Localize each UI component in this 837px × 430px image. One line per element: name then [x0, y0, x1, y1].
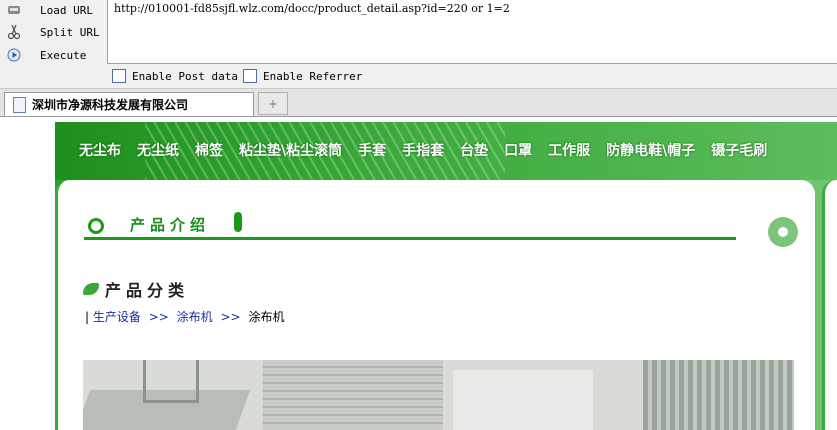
side-knob-icon: [768, 217, 798, 247]
breadcrumb-bar: |: [85, 310, 90, 324]
breadcrumb-separator: >>: [148, 310, 169, 324]
breadcrumb-separator: >>: [220, 310, 241, 324]
tab-title: 深圳市净源科技发展有限公司: [32, 98, 189, 112]
nav-item[interactable]: 防静电鞋\帽子: [606, 140, 695, 160]
split-url-button[interactable]: Split URL: [6, 22, 104, 42]
enable-referrer-box[interactable]: [243, 69, 257, 83]
nav-item[interactable]: 手指套: [402, 140, 444, 160]
category-title: 产品分类: [105, 281, 190, 300]
tab-active[interactable]: 深圳市净源科技发展有限公司: [4, 92, 254, 116]
section-title: 产品介绍: [130, 216, 211, 234]
load-url-icon: [6, 2, 22, 18]
breadcrumb-link-coater[interactable]: 涂布机: [177, 310, 213, 324]
breadcrumb: | 生产设备 >> 涂布机 >> 涂布机: [85, 308, 284, 325]
split-url-label: Split URL: [40, 25, 100, 39]
plus-icon: +: [267, 96, 279, 111]
product-photo: [83, 360, 794, 430]
breadcrumb-current: 涂布机: [248, 310, 285, 324]
pill-decoration: [234, 212, 242, 232]
enable-referrer-label: Enable Referrer: [263, 69, 363, 83]
enable-post-checkbox[interactable]: Enable Post data: [112, 69, 238, 83]
nav-item[interactable]: 无尘纸: [137, 140, 179, 160]
nav-item[interactable]: 棉签: [195, 140, 223, 160]
execute-label: Execute: [40, 48, 87, 62]
nav-item[interactable]: 台垫: [460, 140, 488, 160]
category-header: 产品分类: [83, 277, 189, 301]
hackbar-toolbar: Load URL Split URL Execute http://010001…: [0, 0, 837, 89]
page-icon: [13, 96, 26, 113]
load-url-label: Load URL: [40, 3, 93, 17]
execute-button[interactable]: Execute: [6, 45, 104, 65]
enable-referrer-checkbox[interactable]: Enable Referrer: [243, 69, 362, 83]
enable-post-box[interactable]: [112, 69, 126, 83]
play-icon: [6, 47, 22, 63]
main-nav: 无尘布 无尘纸 棉签 粘尘垫\粘尘滚筒 手套 手指套 台垫 口罩 工作服 防静电鞋\帽子 镊子毛刷: [55, 122, 837, 180]
new-tab-button[interactable]: +: [258, 92, 288, 115]
nav-item[interactable]: 工作服: [548, 140, 590, 160]
tab-strip: 深圳市净源科技发展有限公司 +: [0, 89, 837, 117]
section-header: 产品介绍: [84, 210, 736, 240]
scissors-icon: [6, 24, 22, 40]
breadcrumb-link-equipment[interactable]: 生产设备: [93, 310, 141, 324]
url-textarea[interactable]: http://010001-fd85sjfl.wlz.com/docc/prod…: [107, 0, 837, 64]
nav-items: 无尘布 无尘纸 棉签 粘尘垫\粘尘滚筒 手套 手指套 台垫 口罩 工作服 防静电鞋\帽子 镊子毛刷: [55, 140, 837, 160]
nav-item[interactable]: 口罩: [504, 140, 532, 160]
leaf-icon: [83, 283, 99, 295]
ring-icon: [88, 218, 104, 234]
url-value: http://010001-fd85sjfl.wlz.com/docc/prod…: [114, 2, 510, 15]
enable-post-label: Enable Post data: [132, 69, 238, 83]
nav-item[interactable]: 手套: [358, 140, 386, 160]
nav-item[interactable]: 无尘布: [79, 140, 121, 160]
right-frame: [812, 180, 837, 430]
section-divider: [84, 237, 736, 240]
nav-item[interactable]: 镊子毛刷: [711, 140, 767, 160]
page-content: 无尘布 无尘纸 棉签 粘尘垫\粘尘滚筒 手套 手指套 台垫 口罩 工作服 防静电鞋\帽子 镊子毛刷 …: [0, 117, 837, 430]
nav-item[interactable]: 粘尘垫\粘尘滚筒: [239, 140, 342, 160]
load-url-button[interactable]: Load URL: [6, 0, 104, 20]
